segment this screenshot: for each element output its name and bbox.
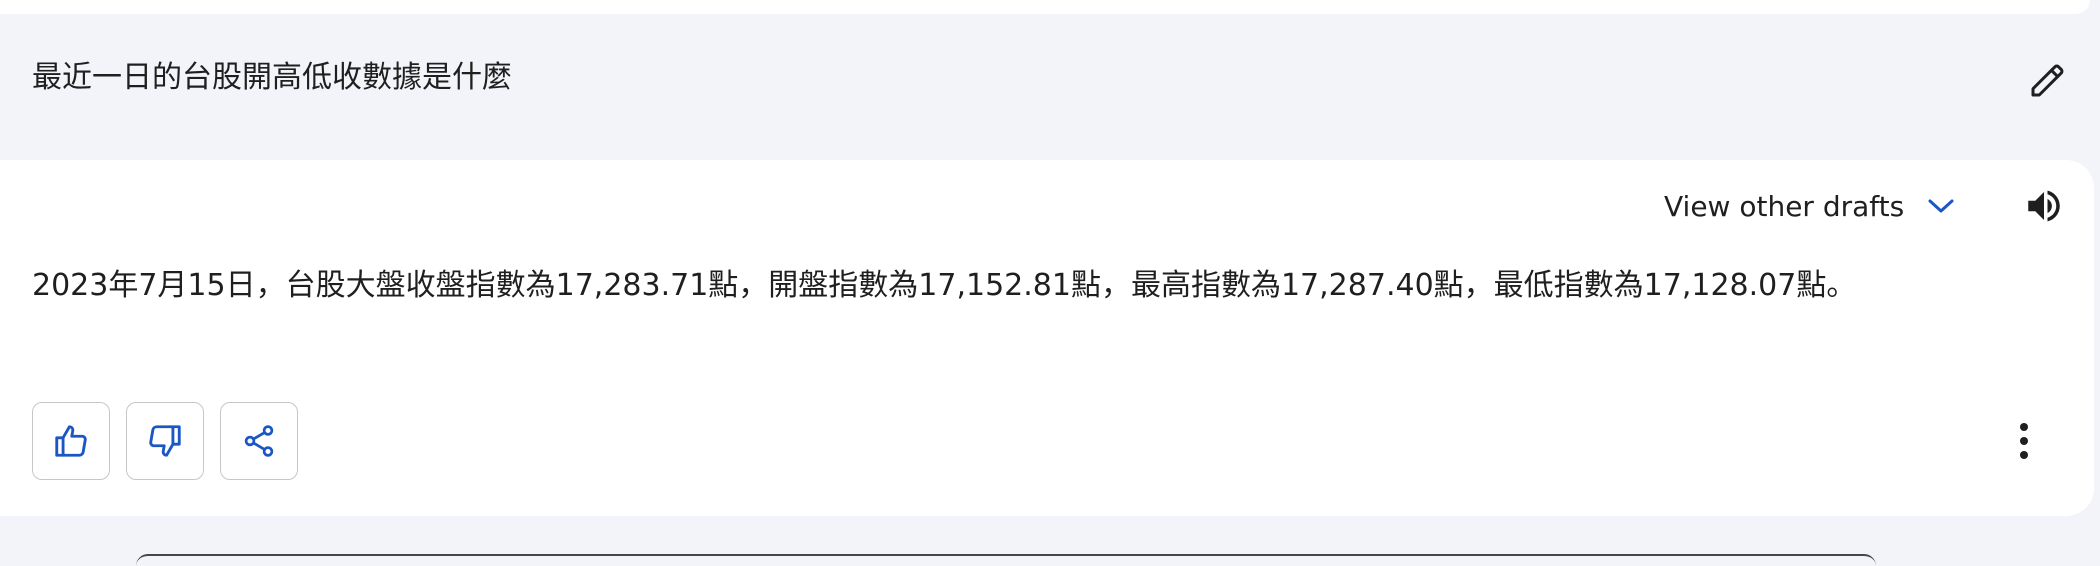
thumbs-down-button[interactable]	[126, 402, 204, 480]
user-prompt-row: 最近一日的台股開高低收數據是什麼	[0, 14, 2100, 160]
next-input-edge	[136, 554, 1876, 566]
share-button[interactable]	[220, 402, 298, 480]
response-text: 2023年7月15日，台股大盤收盤指數為17,283.71點，開盤指數為17,1…	[32, 268, 1857, 303]
view-other-drafts-label: View other drafts	[1664, 189, 1905, 223]
share-icon	[244, 425, 274, 457]
thumbs-down-icon	[149, 425, 181, 457]
pencil-icon	[2031, 64, 2064, 97]
speaker-icon	[2028, 190, 2060, 222]
previous-card-edge	[0, 0, 2090, 14]
more-options-button[interactable]	[2004, 416, 2044, 466]
more-vert-icon	[2020, 423, 2028, 459]
user-prompt-text: 最近一日的台股開高低收數據是什麼	[32, 60, 512, 95]
chevron-down-icon	[1926, 196, 1956, 216]
response-card: View other drafts 2023年7月15日，台股大盤收盤指數為17…	[0, 160, 2094, 516]
view-other-drafts-button[interactable]: View other drafts	[1664, 186, 1956, 226]
thumbs-up-icon	[55, 425, 87, 457]
thumbs-up-button[interactable]	[32, 402, 110, 480]
edit-prompt-button[interactable]	[2022, 54, 2074, 106]
listen-button[interactable]	[2020, 182, 2068, 230]
response-actions	[32, 402, 298, 480]
